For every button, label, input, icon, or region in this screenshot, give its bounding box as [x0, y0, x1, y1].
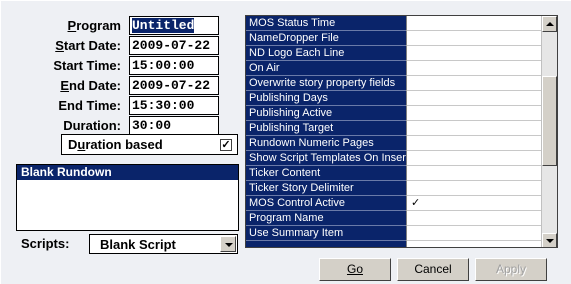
duration-field[interactable]: 30:00	[129, 116, 219, 135]
properties-grid[interactable]: MOS Status Time NameDropper File ND Logo E…	[245, 15, 558, 248]
program-field[interactable]: Untitled	[129, 16, 219, 35]
property-name: MOS Status Time	[246, 16, 406, 31]
property-name: Ticker Story Delimiter	[246, 181, 406, 196]
duration-based-label: Duration based	[68, 137, 163, 152]
property-name	[246, 241, 406, 247]
property-row[interactable]	[246, 241, 557, 247]
property-name: Show Script Templates On Insert	[246, 151, 406, 166]
program-value: Untitled	[132, 18, 195, 33]
property-name: MOS Control Active	[246, 196, 406, 211]
end-time-field[interactable]: 15:30:00	[129, 96, 219, 115]
property-value[interactable]	[406, 91, 543, 106]
end-date-label: End Date:	[60, 78, 121, 93]
scripts-label: Scripts:	[21, 236, 70, 251]
arrow-up-icon	[546, 22, 554, 26]
property-name: NameDropper File	[246, 31, 406, 46]
property-row[interactable]: Ticker Story Delimiter	[246, 181, 557, 196]
apply-button[interactable]: Apply	[475, 258, 547, 281]
property-name: Ticker Content	[246, 166, 406, 181]
property-value[interactable]	[406, 16, 543, 31]
go-label: Go	[346, 262, 363, 276]
duration-based-checkbox[interactable]: Duration based ✓	[61, 134, 238, 155]
property-row[interactable]: MOS Status Time	[246, 16, 557, 31]
start-date-label: Start Date:	[55, 38, 121, 53]
property-name: Publishing Target	[246, 121, 406, 136]
dropdown-arrow-button[interactable]	[220, 236, 236, 252]
property-name: Use Summary Item	[246, 226, 406, 241]
scripts-dropdown[interactable]: Blank Script	[89, 234, 238, 254]
property-row[interactable]: Rundown Numeric Pages	[246, 136, 557, 151]
property-row[interactable]: Publishing Target	[246, 121, 557, 136]
property-row[interactable]: Publishing Days	[246, 91, 557, 106]
property-row[interactable]: MOS Control Active ✓	[246, 196, 557, 211]
property-row[interactable]: Ticker Content	[246, 166, 557, 181]
scripts-selected-value: Blank Script	[100, 237, 176, 252]
check-icon[interactable]: ✓	[220, 139, 232, 151]
chevron-down-icon	[225, 243, 233, 247]
start-time-label: Start Time:	[53, 58, 121, 73]
property-name: Publishing Days	[246, 91, 406, 106]
property-row[interactable]: On Air	[246, 61, 557, 76]
rundown-list[interactable]: Blank Rundown	[16, 164, 239, 231]
dialog-frame: Program Untitled Start Date: 2009-07-22 …	[0, 0, 571, 284]
property-value[interactable]	[406, 241, 543, 247]
property-value[interactable]	[406, 61, 543, 76]
property-row[interactable]: Show Script Templates On Insert	[246, 151, 557, 166]
property-value[interactable]	[406, 76, 543, 91]
property-row[interactable]: Publishing Active	[246, 106, 557, 121]
property-value[interactable]	[406, 181, 543, 196]
duration-label: Duration:	[63, 118, 121, 133]
property-value[interactable]	[406, 136, 543, 151]
start-date-field[interactable]: 2009-07-22	[129, 36, 219, 55]
property-name: On Air	[246, 61, 406, 76]
property-value[interactable]	[406, 31, 543, 46]
property-row[interactable]: Program Name	[246, 211, 557, 226]
cancel-button[interactable]: Cancel	[397, 258, 469, 281]
property-name: ND Logo Each Line	[246, 46, 406, 61]
property-value[interactable]	[406, 46, 543, 61]
scroll-thumb[interactable]	[542, 76, 557, 166]
property-value[interactable]	[406, 106, 543, 121]
property-value[interactable]	[406, 151, 543, 166]
go-button[interactable]: Go	[319, 258, 391, 281]
property-value[interactable]: ✓	[406, 196, 543, 211]
property-value[interactable]	[406, 121, 543, 136]
property-row[interactable]: NameDropper File	[246, 31, 557, 46]
end-time-label: End Time:	[58, 98, 121, 113]
property-name: Rundown Numeric Pages	[246, 136, 406, 151]
property-value[interactable]	[406, 211, 543, 226]
arrow-down-icon	[546, 239, 554, 243]
scroll-up-button[interactable]	[542, 16, 557, 32]
rundown-list-item[interactable]: Blank Rundown	[17, 165, 238, 180]
program-label: Program	[67, 18, 121, 33]
property-row[interactable]: Overwrite story property fields	[246, 76, 557, 91]
property-name: Program Name	[246, 211, 406, 226]
property-value[interactable]	[406, 166, 543, 181]
scroll-down-button[interactable]	[542, 233, 557, 247]
end-date-field[interactable]: 2009-07-22	[129, 76, 219, 95]
property-value[interactable]	[406, 226, 543, 241]
start-time-field[interactable]: 15:00:00	[129, 56, 219, 75]
property-name: Publishing Active	[246, 106, 406, 121]
property-row[interactable]: Use Summary Item	[246, 226, 557, 241]
vertical-scrollbar[interactable]	[541, 16, 557, 247]
property-name: Overwrite story property fields	[246, 76, 406, 91]
property-row[interactable]: ND Logo Each Line	[246, 46, 557, 61]
